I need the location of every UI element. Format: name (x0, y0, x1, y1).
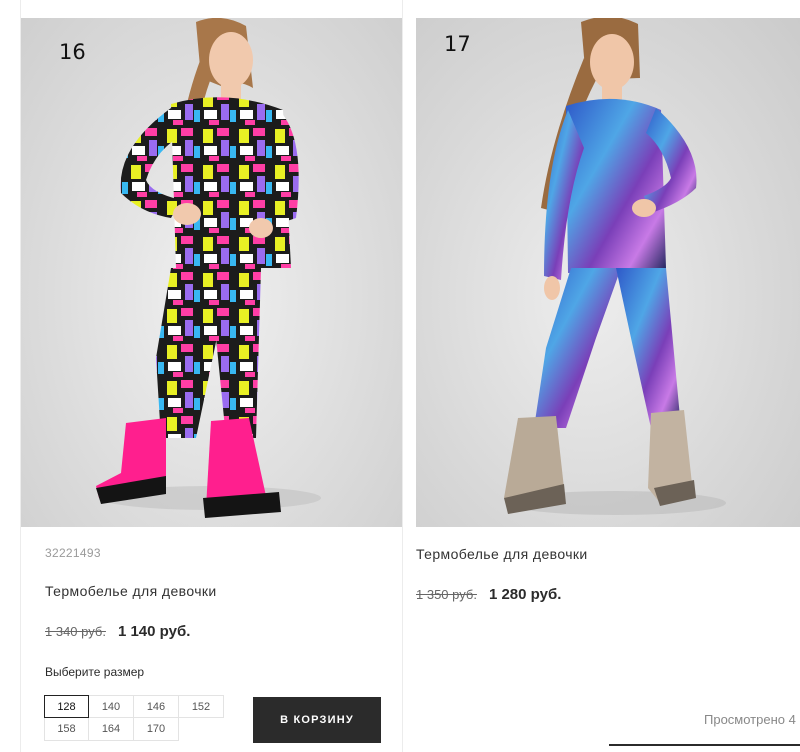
product-article-number: 32221493 (45, 546, 101, 560)
size-option-164[interactable]: 164 (89, 718, 134, 741)
old-price: 1 350 руб. (416, 587, 477, 602)
current-price: 1 280 руб. (488, 586, 562, 603)
product-photo[interactable] (21, 18, 402, 527)
product-photo[interactable] (416, 18, 800, 527)
viewed-progress-bar (609, 744, 800, 746)
size-option-140[interactable]: 140 (89, 695, 134, 718)
size-selector: 128 140 146 152 158 164 170 (44, 695, 224, 741)
size-option-158[interactable]: 158 (44, 718, 89, 741)
product-name-link[interactable]: Термобелье для девочки (45, 583, 217, 599)
size-option-146[interactable]: 146 (134, 695, 179, 718)
current-price: 1 140 руб. (117, 623, 191, 640)
size-option-128[interactable]: 128 (44, 695, 89, 718)
product-image-letters-print (96, 18, 321, 518)
product-number-badge: 17 (444, 32, 471, 56)
old-price: 1 340 руб. (45, 624, 106, 639)
size-option-170[interactable]: 170 (134, 718, 179, 741)
add-to-cart-button[interactable]: В КОРЗИНУ (253, 697, 381, 743)
price-row: 1 340 руб. 1 140 руб. (45, 623, 190, 640)
viewed-counter: Просмотрено 4 (704, 712, 796, 727)
product-card-17[interactable]: 17 Термобелье для девочки 1 350 руб. 1 2… (416, 0, 800, 752)
size-option-152[interactable]: 152 (179, 695, 224, 718)
product-number-badge: 16 (59, 40, 86, 64)
product-name-link[interactable]: Термобелье для девочки (416, 546, 588, 562)
product-image-galaxy-print (504, 18, 726, 515)
size-select-label: Выберите размер (45, 665, 145, 679)
product-card-16[interactable]: 16 32221493 Термобелье для девочки 1 340… (20, 0, 403, 752)
price-row: 1 350 руб. 1 280 руб. (416, 586, 561, 603)
